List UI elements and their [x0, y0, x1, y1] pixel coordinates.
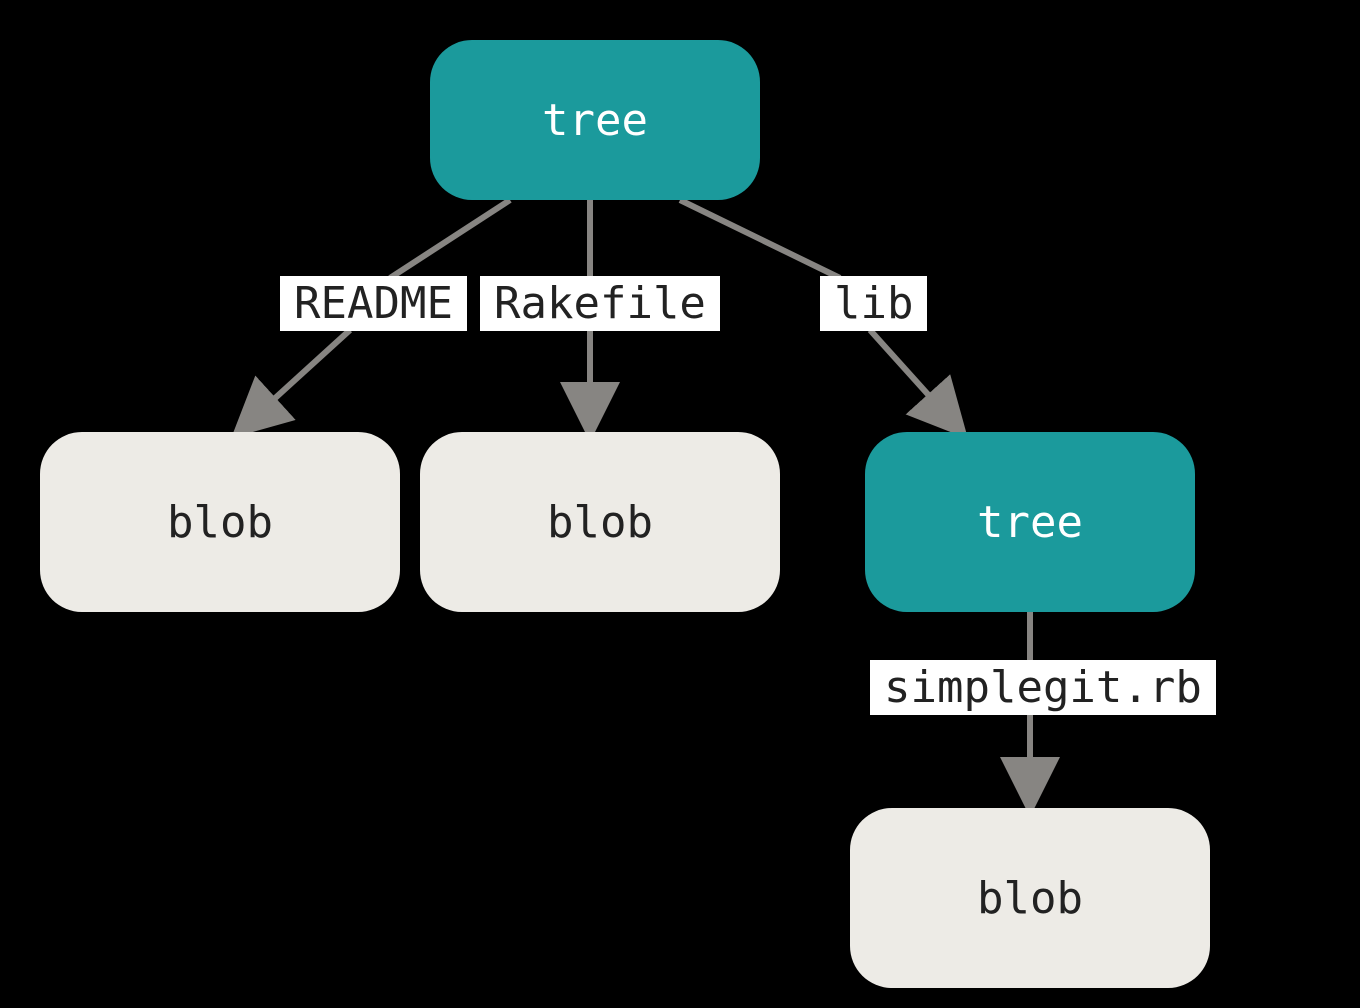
node-blob-readme: blob: [40, 432, 400, 612]
node-blob-readme-label: blob: [167, 497, 273, 548]
node-blob-simplegit-label: blob: [977, 873, 1083, 924]
edge-label-rakefile: Rakefile: [480, 276, 720, 331]
edge-label-readme: README: [280, 276, 467, 331]
node-blob-rakefile-label: blob: [547, 497, 653, 548]
node-blob-simplegit: blob: [850, 808, 1210, 988]
node-subtree-lib: tree: [865, 432, 1195, 612]
edge-label-simplegit: simplegit.rb: [870, 660, 1216, 715]
node-root-tree-label: tree: [542, 95, 648, 146]
node-root-tree: tree: [430, 40, 760, 200]
node-blob-rakefile: blob: [420, 432, 780, 612]
edge-label-lib: lib: [820, 276, 927, 331]
node-subtree-lib-label: tree: [977, 497, 1083, 548]
git-object-tree-diagram: tree README Rakefile lib blob blob tree …: [0, 0, 1360, 1008]
